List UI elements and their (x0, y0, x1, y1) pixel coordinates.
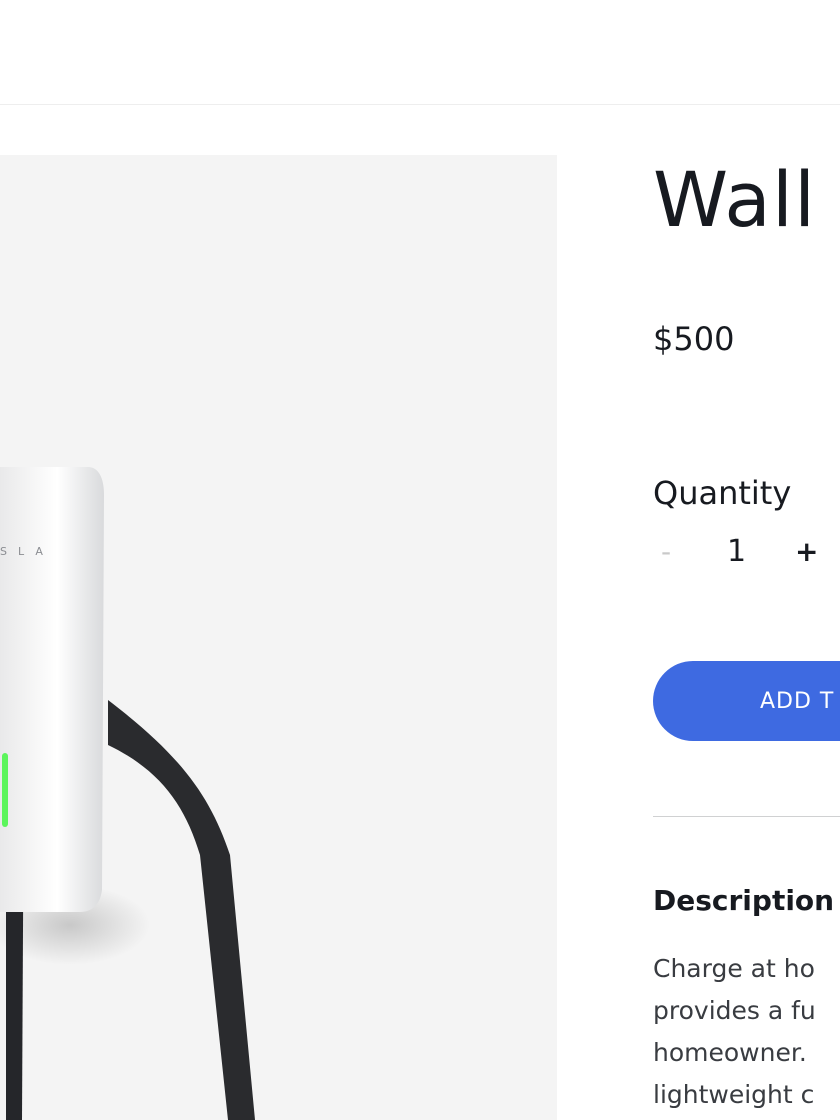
increment-button[interactable]: + (795, 530, 818, 574)
description-heading: Description (653, 884, 835, 917)
description-line: Charge at ho (653, 954, 815, 983)
product-price: $500 (653, 320, 735, 358)
description-line: homeowner. (653, 1038, 807, 1067)
decrement-button[interactable]: - (661, 530, 671, 574)
section-divider (653, 816, 840, 817)
quantity-stepper: - 1 + (653, 530, 840, 574)
product-info-panel: Wall $500 Quantity - 1 + ADD T Descripti… (653, 0, 840, 1120)
description-text: Charge at ho provides a fu homeowner. li… (653, 948, 816, 1116)
wall-connector-illustration: SLA (0, 467, 255, 1120)
description-line: provides a fu (653, 996, 816, 1025)
product-title: Wall (653, 155, 817, 244)
brand-logo-text: SLA (0, 545, 54, 558)
status-light (2, 753, 8, 827)
quantity-value: 1 (727, 534, 747, 569)
product-image: SLA (0, 155, 557, 1120)
wall-connector-body (0, 467, 104, 912)
add-to-cart-button[interactable]: ADD T (653, 661, 840, 741)
description-line: lightweight c (653, 1080, 815, 1109)
quantity-label: Quantity (653, 474, 792, 512)
